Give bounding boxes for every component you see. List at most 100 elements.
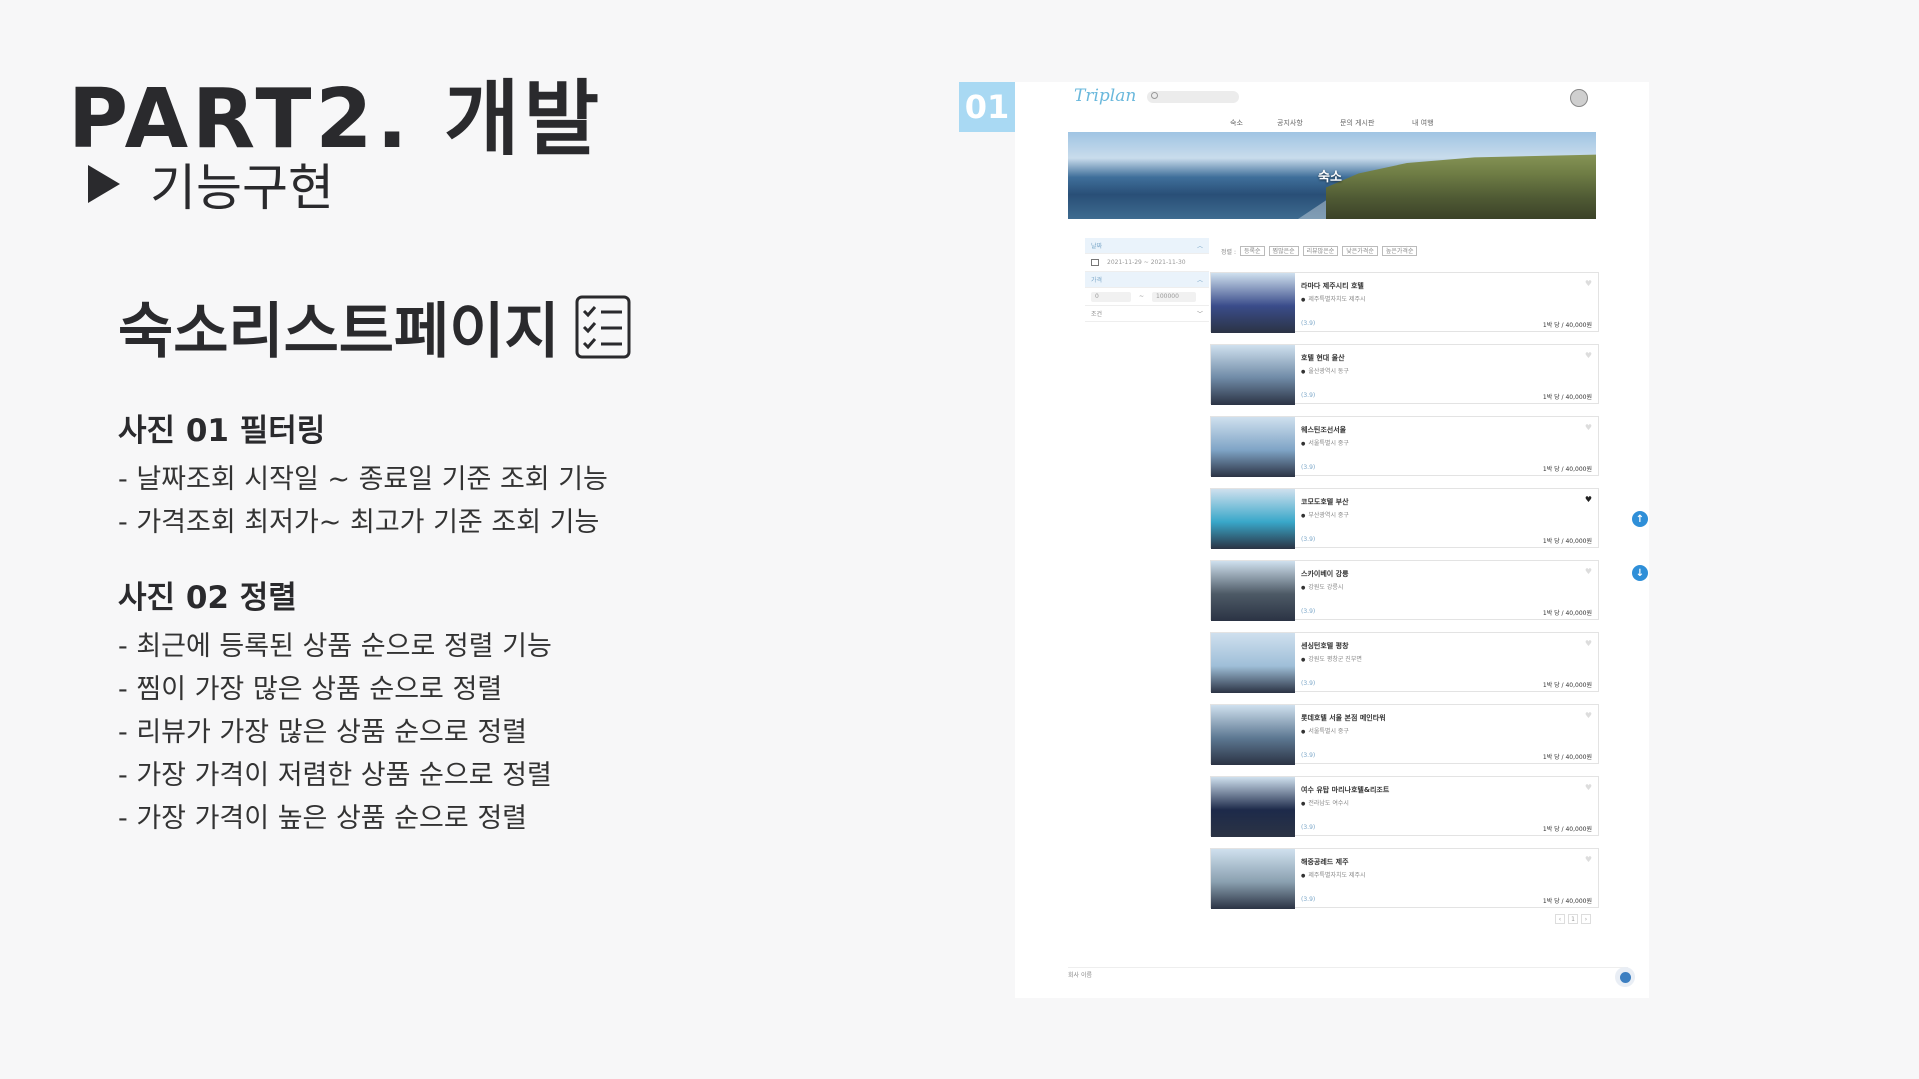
hotel-address: 전라남도 여수시 bbox=[1301, 798, 1349, 807]
hotel-price: 1박 당 / 40,000원 bbox=[1542, 466, 1592, 473]
list-item[interactable]: 여수 유탑 마리나호텔&리조트전라남도 여수시 (3.9) 1박 당 / 40,00… bbox=[1210, 776, 1599, 837]
hotel-address: 서울특별시 중구 bbox=[1301, 438, 1349, 447]
hotel-name: 롯데호텔 서울 본점 메인타워 bbox=[1301, 714, 1386, 722]
hotel-name: 웨스틴조선서울 bbox=[1301, 426, 1347, 434]
heading-text: 숙소리스트페이지 bbox=[118, 297, 560, 367]
scroll-down-icon[interactable]: ↓ bbox=[1632, 565, 1648, 581]
filter-date-label: 날짜 bbox=[1091, 243, 1103, 250]
page-number-button[interactable]: 1 bbox=[1568, 914, 1578, 924]
hero-caption: 숙소 bbox=[1318, 170, 1342, 185]
chat-button[interactable] bbox=[1615, 967, 1635, 987]
heart-icon[interactable]: ♥ bbox=[1585, 495, 1592, 504]
list-item[interactable]: 호텔 현대 울산울산광역시 동구 (3.9) 1박 당 / 40,000원 ♥ bbox=[1210, 344, 1599, 405]
heart-icon[interactable]: ♥ bbox=[1585, 279, 1592, 288]
hotel-address: 강원도 강릉시 bbox=[1301, 582, 1343, 591]
hotel-thumbnail bbox=[1211, 705, 1295, 765]
chat-icon bbox=[1619, 971, 1631, 983]
hotel-name: 해중공레드 제주 bbox=[1301, 858, 1349, 866]
sort-option-price-low[interactable]: 낮은가격순 bbox=[1342, 246, 1378, 256]
nav-item-accommodation[interactable]: 숙소 bbox=[1230, 118, 1243, 128]
price-separator: ~ bbox=[1139, 293, 1145, 300]
hotel-address: 부산광역시 중구 bbox=[1301, 510, 1349, 519]
footer-divider bbox=[1068, 967, 1628, 968]
chevron-down-icon: ﹀ bbox=[1196, 311, 1203, 318]
hotel-rating: (3.9) bbox=[1301, 752, 1316, 759]
hotel-price: 1박 당 / 40,000원 bbox=[1542, 394, 1592, 401]
hotel-address: 서울특별시 중구 bbox=[1301, 726, 1349, 735]
list-item[interactable]: 스카이베이 강릉강원도 강릉시 (3.9) 1박 당 / 40,000원 ♥ bbox=[1210, 560, 1599, 621]
page-prev-button[interactable]: ‹ bbox=[1555, 914, 1565, 924]
nav-item-inquiry[interactable]: 문의 게시판 bbox=[1340, 118, 1374, 128]
hotel-name: 여수 유탑 마리나호텔&리조트 bbox=[1301, 786, 1390, 794]
hotel-thumbnail bbox=[1211, 561, 1295, 621]
hotel-rating: (3.9) bbox=[1301, 680, 1316, 687]
list-item[interactable]: 해중공레드 제주제주특별자치도 제주시 (3.9) 1박 당 / 40,000원 ♥ bbox=[1210, 848, 1599, 909]
heart-icon[interactable]: ♥ bbox=[1585, 423, 1592, 432]
sort-option-likes[interactable]: 찜많은순 bbox=[1268, 246, 1299, 256]
sort-bar: 정렬 : 등록순 찜많은순 리뷰많은순 낮은가격순 높은가격순 bbox=[1221, 246, 1418, 256]
play-arrow-icon bbox=[88, 165, 120, 203]
filter-price-header[interactable]: 가격 ︿ bbox=[1085, 272, 1209, 288]
hotel-thumbnail bbox=[1211, 777, 1295, 837]
hotel-price: 1박 당 / 40,000원 bbox=[1542, 826, 1592, 833]
nav-item-notice[interactable]: 공지사항 bbox=[1277, 118, 1303, 128]
hotel-price: 1박 당 / 40,000원 bbox=[1542, 682, 1592, 689]
hotel-rating: (3.9) bbox=[1301, 608, 1316, 615]
section-line: - 리뷰가 가장 많은 상품 순으로 정렬 bbox=[118, 717, 527, 748]
accommodation-list: 라마다 제주시티 호텔제주특별자치도 제주시 (3.9) 1박 당 / 40,000… bbox=[1210, 272, 1599, 920]
hotel-name: 호텔 현대 울산 bbox=[1301, 354, 1345, 362]
hotel-name: 라마다 제주시티 호텔 bbox=[1301, 282, 1364, 290]
screenshot-badge: 01 bbox=[959, 82, 1015, 132]
filter-more-label: 조건 bbox=[1091, 311, 1103, 318]
section-line: - 날짜조회 시작일 ~ 종료일 기준 조회 기능 bbox=[118, 464, 608, 495]
avatar[interactable] bbox=[1570, 89, 1588, 107]
site-logo[interactable]: Triplan bbox=[1074, 86, 1136, 106]
hotel-thumbnail bbox=[1211, 489, 1295, 549]
heart-icon[interactable]: ♥ bbox=[1585, 351, 1592, 360]
site-search-input[interactable] bbox=[1147, 91, 1239, 103]
price-min-input[interactable]: 0 bbox=[1091, 291, 1131, 302]
heart-icon[interactable]: ♥ bbox=[1585, 855, 1592, 864]
list-item[interactable]: 웨스틴조선서울서울특별시 중구 (3.9) 1박 당 / 40,000원 ♥ bbox=[1210, 416, 1599, 477]
scroll-up-icon[interactable]: ↑ bbox=[1632, 511, 1648, 527]
heart-icon[interactable]: ♥ bbox=[1585, 567, 1592, 576]
subtitle-text: 기능구현 bbox=[150, 159, 334, 217]
section-line: - 찜이 가장 많은 상품 순으로 정렬 bbox=[118, 674, 503, 705]
price-max-input[interactable]: 100000 bbox=[1152, 291, 1197, 302]
nav-item-my-trip[interactable]: 내 여행 bbox=[1412, 118, 1434, 128]
filter-more-row[interactable]: 조건 ﹀ bbox=[1085, 306, 1209, 322]
section-line: - 가장 가격이 저렴한 상품 순으로 정렬 bbox=[118, 760, 552, 791]
hotel-rating: (3.9) bbox=[1301, 320, 1316, 327]
hotel-thumbnail bbox=[1211, 345, 1295, 405]
heart-icon[interactable]: ♥ bbox=[1585, 711, 1592, 720]
sort-option-reviews[interactable]: 리뷰많은순 bbox=[1302, 246, 1339, 256]
list-item[interactable]: 롯데호텔 서울 본점 메인타워서울특별시 중구 (3.9) 1박 당 / 40,00… bbox=[1210, 704, 1599, 765]
search-icon bbox=[1151, 92, 1158, 99]
heart-icon[interactable]: ♥ bbox=[1585, 639, 1592, 648]
filter-panel: 날짜 ︿ 2021-11-29 ~ 2021-11-30 가격 ︿ 0 ~ 10… bbox=[1085, 238, 1209, 322]
hero-banner: 숙소 bbox=[1068, 132, 1596, 219]
price-range-field: 0 ~ 100000 bbox=[1085, 288, 1209, 306]
hotel-thumbnail bbox=[1211, 633, 1295, 693]
slide-subtitle: 기능구현 bbox=[88, 148, 334, 220]
sort-option-price-high[interactable]: 높은가격순 bbox=[1381, 246, 1418, 256]
checklist-icon bbox=[575, 295, 631, 358]
list-item[interactable]: 센싱턴호텔 평창강원도 평창군 진부면 (3.9) 1박 당 / 40,000원 ♥ bbox=[1210, 632, 1599, 693]
page-next-button[interactable]: › bbox=[1581, 914, 1591, 924]
calendar-icon bbox=[1091, 259, 1099, 266]
section-sorting: 사진 02 정렬 - 최근에 등록된 상품 순으로 정렬 기능 - 찜이 가장 … bbox=[118, 572, 552, 840]
sort-option-recent[interactable]: 등록순 bbox=[1239, 246, 1265, 256]
filter-date-header[interactable]: 날짜 ︿ bbox=[1085, 238, 1209, 254]
list-item[interactable]: 코모도호텔 부산부산광역시 중구 (3.9) 1박 당 / 40,000원 ♥ bbox=[1210, 488, 1599, 549]
hotel-price: 1박 당 / 40,000원 bbox=[1542, 754, 1592, 761]
hotel-rating: (3.9) bbox=[1301, 896, 1316, 903]
chevron-up-icon: ︿ bbox=[1196, 243, 1203, 250]
date-range-field[interactable]: 2021-11-29 ~ 2021-11-30 bbox=[1085, 254, 1209, 272]
hero-cliff bbox=[1326, 154, 1596, 219]
hotel-price: 1박 당 / 40,000원 bbox=[1542, 610, 1592, 617]
heart-icon[interactable]: ♥ bbox=[1585, 783, 1592, 792]
list-item[interactable]: 라마다 제주시티 호텔제주특별자치도 제주시 (3.9) 1박 당 / 40,000… bbox=[1210, 272, 1599, 333]
hotel-address: 강원도 평창군 진부면 bbox=[1301, 654, 1362, 663]
pagination: ‹ 1 › bbox=[1555, 914, 1591, 924]
section-line: - 가장 가격이 높은 상품 순으로 정렬 bbox=[118, 803, 527, 834]
